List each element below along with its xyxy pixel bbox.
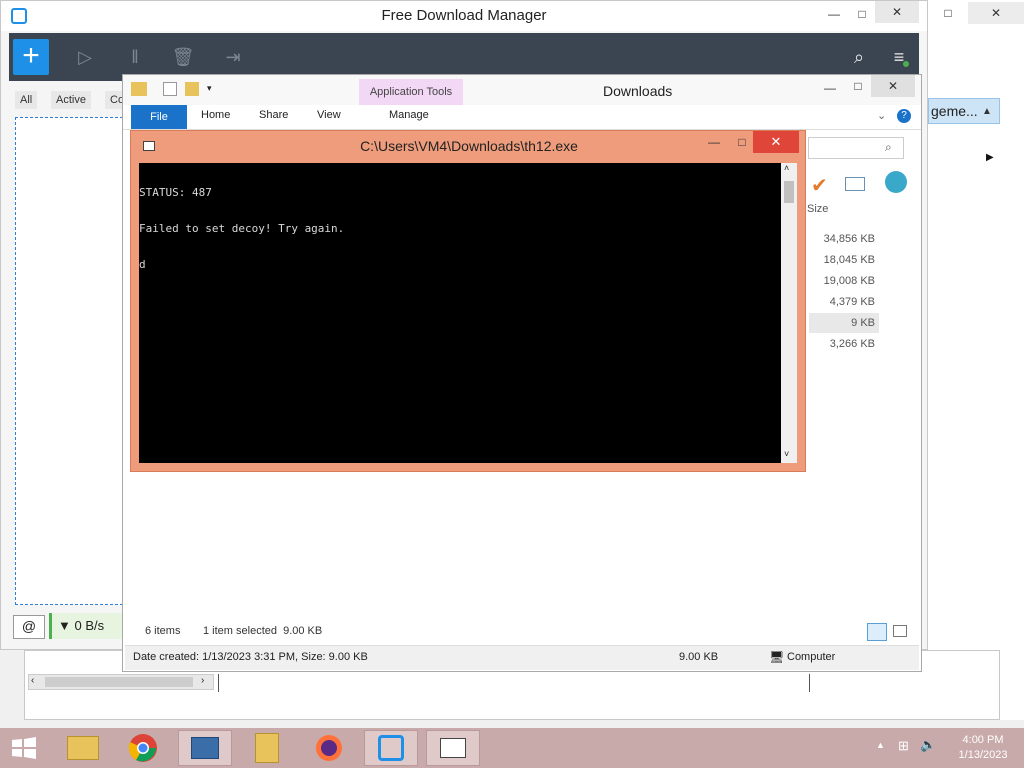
resume-icon[interactable]: ▷ (71, 43, 99, 71)
console-line: STATUS: 487 (139, 186, 212, 199)
tab-active[interactable]: Active (51, 91, 91, 109)
computer-network-icon (191, 737, 219, 759)
tab-view[interactable]: View (317, 109, 341, 121)
size-column-header[interactable]: Size (807, 203, 828, 215)
globe-icon[interactable] (885, 171, 907, 193)
preview-pane-icon[interactable] (845, 177, 865, 191)
scroll-down-icon[interactable]: ˅ (784, 449, 789, 459)
search-icon: ⌕ (885, 140, 892, 154)
console-taskbar-icon (440, 738, 466, 758)
sort-up-icon: ▲ (982, 106, 992, 117)
background-window: □ ✕ geme... ▲ ▶ (928, 0, 1024, 720)
ribbon-expand-icon[interactable]: ⌄ (877, 109, 886, 122)
fdm-close-button[interactable]: ✕ (875, 1, 919, 23)
help-icon[interactable]: ? (897, 109, 911, 123)
size-value: 3,266 KB (829, 338, 875, 350)
details-size: 9.00 KB (679, 651, 719, 663)
checkmark-icon[interactable]: ✔ (811, 173, 828, 198)
location-label: Computer (787, 651, 836, 663)
taskbar-clock[interactable]: 4:00 PM 1/13/2023 (948, 733, 1018, 763)
fdm-title: Free Download Manager (381, 7, 547, 24)
tab-manage[interactable]: Manage (389, 109, 429, 121)
scroll-thumb[interactable] (45, 677, 193, 687)
console-line: Failed to set decoy! Try again. (139, 222, 345, 235)
console-scrollbar[interactable]: ˄ ˅ (781, 163, 797, 463)
explorer-close-button[interactable]: ✕ (871, 75, 915, 97)
search-input[interactable]: ⌕ (808, 137, 904, 159)
selection-info: 1 item selected 9.00 KB (203, 625, 323, 637)
taskbar-file-explorer[interactable] (56, 730, 110, 766)
computer-icon: 🖥 (769, 650, 785, 664)
add-download-button[interactable]: + (13, 39, 49, 75)
explorer-titlebar: ▾ Application Tools Downloads — □ ✕ (123, 75, 921, 105)
console-scroll-thumb[interactable] (784, 181, 794, 203)
taskbar-documents[interactable] (240, 730, 294, 766)
fdm-titlebar: Free Download Manager — □ ✕ (1, 1, 927, 31)
size-value: 18,045 KB (823, 254, 875, 266)
clock-date: 1/13/2023 (958, 749, 1008, 761)
console-close-button[interactable]: ✕ (753, 131, 799, 153)
taskbar-chrome[interactable] (116, 730, 170, 766)
folder-icon (67, 736, 99, 760)
size-value: 4,379 KB (829, 296, 875, 308)
explorer-title: Downloads (603, 83, 673, 99)
firefox-icon (316, 735, 342, 761)
folder-icon (131, 82, 147, 96)
size-value: 34,856 KB (823, 233, 875, 245)
chrome-icon (128, 734, 157, 762)
status-dot-icon (903, 61, 909, 67)
taskbar-fdm[interactable] (364, 730, 418, 766)
items-count: 6 items (145, 625, 181, 637)
delete-icon[interactable]: 🗑 (169, 43, 197, 71)
snail-mode-icon[interactable]: @ (13, 615, 45, 639)
date-created: Date created: 1/13/2023 3:31 PM, Size: 9… (133, 651, 368, 663)
scroll-right-icon[interactable]: › (201, 675, 204, 686)
tray-expand-icon[interactable]: ▲ (876, 740, 885, 750)
volume-icon[interactable]: 🔈 (920, 737, 936, 753)
scroll-up-icon[interactable]: ˄ (784, 163, 789, 173)
search-icon[interactable]: ⌕ (845, 43, 873, 71)
tab-home[interactable]: Home (201, 109, 230, 121)
size-value: 9 KB (851, 317, 875, 329)
clock-time: 4:00 PM (962, 734, 1004, 746)
new-folder-icon[interactable] (185, 82, 199, 96)
tab-all[interactable]: All (15, 91, 38, 109)
ribbon-tabs: Home Share View Manage ⌄ ? (123, 105, 921, 130)
move-icon[interactable]: ⇥ (219, 43, 247, 71)
quick-access-dropdown-icon[interactable]: ▾ (207, 83, 212, 94)
start-button[interactable] (10, 736, 38, 760)
outer-panel-divider (218, 674, 810, 692)
console-output[interactable]: STATUS: 487 Failed to set decoy! Try aga… (139, 163, 781, 463)
explorer-status-bar: 6 items 1 item selected 9.00 KB (131, 623, 911, 643)
tab-file[interactable]: File (131, 105, 187, 129)
large-icons-view-icon[interactable] (893, 625, 907, 637)
downloads-list[interactable] (15, 117, 123, 605)
properties-icon[interactable] (163, 82, 177, 96)
menu-icon[interactable]: ≡ (885, 43, 913, 71)
network-tray-icon[interactable]: ⊞ (898, 738, 909, 754)
scroll-left-icon[interactable]: ‹ (31, 675, 34, 686)
tab-share[interactable]: Share (259, 109, 288, 121)
pause-icon[interactable]: ‖ (121, 43, 149, 71)
expand-arrow-icon[interactable]: ▶ (986, 152, 994, 163)
horizontal-scrollbar[interactable]: ‹ › (28, 674, 214, 690)
fdm-taskbar-icon (378, 735, 404, 761)
taskbar-console[interactable] (426, 730, 480, 766)
console-window: C:\Users\VM4\Downloads\th12.exe — □ ✕ ST… (130, 130, 806, 472)
console-line: d (139, 258, 146, 271)
back-maximize-button[interactable]: □ (928, 2, 968, 24)
document-folder-icon (255, 733, 279, 763)
taskbar-network[interactable] (178, 730, 232, 766)
taskbar-firefox[interactable] (302, 730, 356, 766)
details-bar: Date created: 1/13/2023 3:31 PM, Size: 9… (125, 645, 919, 670)
speed-indicator: ▼ 0 B/s (49, 613, 123, 639)
back-close-button[interactable]: ✕ (968, 2, 1024, 24)
application-tools-label: Application Tools (359, 79, 463, 105)
size-value: 19,008 KB (823, 275, 875, 287)
details-view-icon[interactable] (867, 623, 887, 641)
